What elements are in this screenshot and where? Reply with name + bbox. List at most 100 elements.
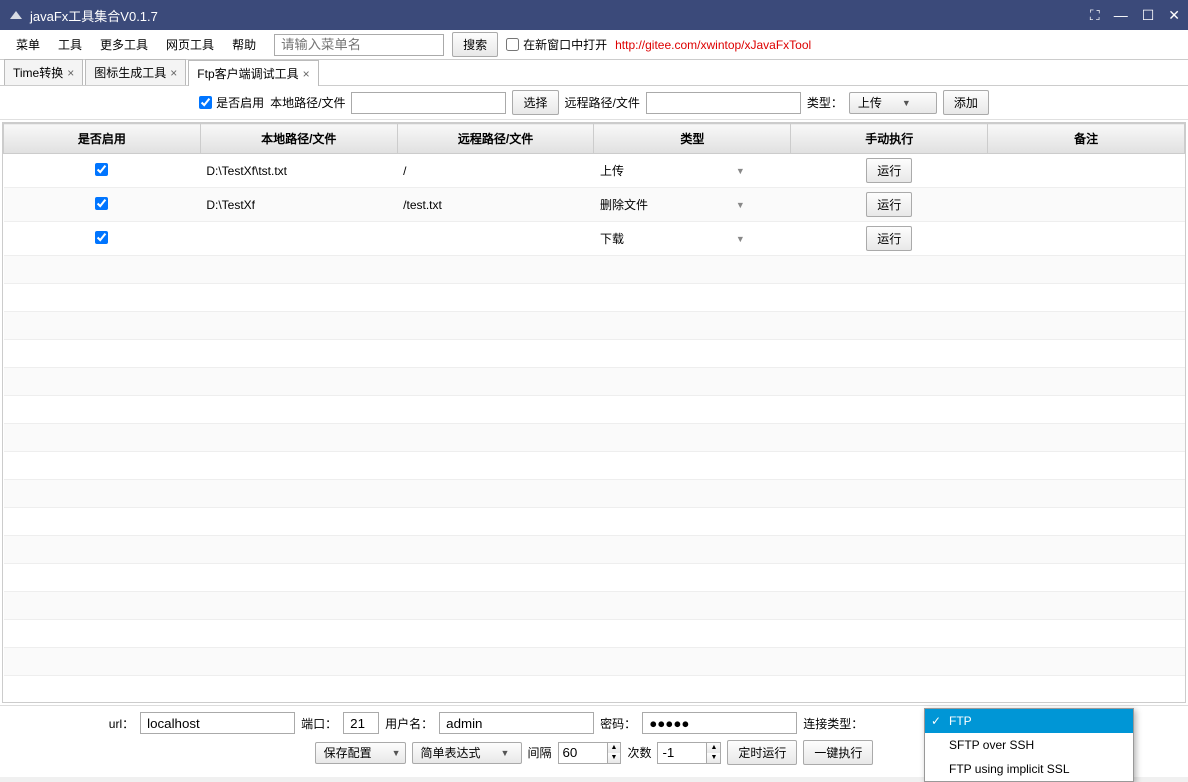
cell-local[interactable]: [200, 222, 397, 256]
dropdown-option-ftps[interactable]: FTP using implicit SSL: [925, 757, 1133, 781]
count-label: 次数: [627, 744, 651, 761]
user-label: 用户名：: [385, 715, 433, 732]
minimize-icon[interactable]: —: [1114, 7, 1128, 23]
cell-local[interactable]: D:\TestXf: [200, 188, 397, 222]
table-row[interactable]: [4, 508, 1185, 536]
table-row[interactable]: [4, 676, 1185, 704]
table-row[interactable]: [4, 592, 1185, 620]
dropdown-option-ftp[interactable]: FTP: [925, 709, 1133, 733]
menu-item-main[interactable]: 菜单: [8, 32, 48, 57]
table-row[interactable]: [4, 368, 1185, 396]
spinner-down-icon[interactable]: ▼: [707, 753, 720, 763]
th-type[interactable]: 类型: [594, 124, 791, 154]
url-input[interactable]: [140, 712, 295, 734]
chevron-down-icon: ▼: [902, 98, 911, 108]
tabbar: Time转换× 图标生成工具× Ftp客户端调试工具×: [0, 60, 1188, 86]
type-combo[interactable]: 上传▼: [849, 92, 937, 114]
cell-local[interactable]: D:\TestXf\tst.txt: [200, 154, 397, 188]
app-icon: [8, 7, 24, 23]
enable-checkbox[interactable]: [199, 96, 212, 109]
row-run-button[interactable]: 运行: [866, 226, 912, 251]
pass-input[interactable]: [642, 712, 797, 734]
fullscreen-icon[interactable]: ⛶: [1090, 7, 1100, 24]
run-all-button[interactable]: 一键执行: [803, 740, 873, 765]
timed-run-button[interactable]: 定时运行: [727, 740, 797, 765]
menu-item-more-tools[interactable]: 更多工具: [92, 32, 156, 57]
table-row[interactable]: D:\TestXf/test.txt删除文件▼ 运行: [4, 188, 1185, 222]
table-row[interactable]: 下载▼ 运行: [4, 222, 1185, 256]
table-row[interactable]: [4, 648, 1185, 676]
table-row[interactable]: [4, 312, 1185, 340]
table-row[interactable]: [4, 480, 1185, 508]
menu-search-input[interactable]: [274, 34, 444, 56]
table-row[interactable]: [4, 256, 1185, 284]
table-row[interactable]: [4, 340, 1185, 368]
th-enable[interactable]: 是否启用: [4, 124, 201, 154]
th-exec[interactable]: 手动执行: [791, 124, 988, 154]
table-row[interactable]: [4, 564, 1185, 592]
user-input[interactable]: [439, 712, 594, 734]
remote-path-label: 远程路径/文件: [565, 94, 640, 111]
cell-remark[interactable]: [988, 154, 1185, 188]
spinner-down-icon[interactable]: ▼: [608, 753, 621, 763]
port-label: 端口：: [301, 715, 337, 732]
menu-item-web-tools[interactable]: 网页工具: [158, 32, 222, 57]
menu-item-help[interactable]: 帮助: [224, 32, 264, 57]
add-button[interactable]: 添加: [943, 90, 989, 115]
row-enable-checkbox[interactable]: [95, 197, 108, 210]
url-label: url：: [109, 715, 134, 732]
enable-label: 是否启用: [216, 94, 264, 111]
save-config-combo[interactable]: 保存配置▼: [315, 742, 406, 764]
chevron-down-icon: ▼: [736, 234, 745, 244]
chevron-down-icon: ▼: [736, 166, 745, 176]
row-run-button[interactable]: 运行: [866, 158, 912, 183]
close-icon[interactable]: ×: [67, 66, 74, 80]
row-enable-checkbox[interactable]: [95, 163, 108, 176]
maximize-icon[interactable]: ☐: [1142, 7, 1155, 24]
table-row[interactable]: [4, 620, 1185, 648]
remote-path-input[interactable]: [646, 92, 801, 114]
project-link[interactable]: http://gitee.com/xwintop/xJavaFxTool: [615, 38, 811, 52]
cell-type[interactable]: 下载▼: [594, 222, 791, 256]
row-enable-checkbox[interactable]: [95, 231, 108, 244]
conn-type-dropdown: FTP SFTP over SSH FTP using implicit SSL: [924, 708, 1134, 782]
table-row[interactable]: [4, 536, 1185, 564]
chevron-down-icon: ▼: [392, 748, 401, 758]
cell-remote[interactable]: /test.txt: [397, 188, 594, 222]
expr-type-combo[interactable]: 简单表达式▼: [412, 742, 522, 764]
type-label: 类型：: [807, 94, 843, 111]
cell-type[interactable]: 上传▼: [594, 154, 791, 188]
table-row[interactable]: [4, 424, 1185, 452]
th-remark[interactable]: 备注: [988, 124, 1185, 154]
local-path-input[interactable]: [351, 92, 506, 114]
count-spinner[interactable]: ▲▼: [657, 742, 721, 764]
port-input[interactable]: [343, 712, 379, 734]
close-icon[interactable]: ×: [303, 67, 310, 81]
table-row[interactable]: [4, 284, 1185, 312]
cell-remark[interactable]: [988, 188, 1185, 222]
menu-item-tools[interactable]: 工具: [50, 32, 90, 57]
search-button[interactable]: 搜索: [452, 32, 498, 57]
open-new-window-checkbox[interactable]: [506, 38, 519, 51]
close-icon[interactable]: ×: [170, 66, 177, 80]
cell-remote[interactable]: /: [397, 154, 594, 188]
th-local[interactable]: 本地路径/文件: [200, 124, 397, 154]
interval-spinner[interactable]: ▲▼: [558, 742, 622, 764]
table-row[interactable]: [4, 396, 1185, 424]
cell-type[interactable]: 删除文件▼: [594, 188, 791, 222]
spinner-up-icon[interactable]: ▲: [707, 743, 720, 753]
row-run-button[interactable]: 运行: [866, 192, 912, 217]
table-row[interactable]: [4, 452, 1185, 480]
cell-remote[interactable]: [397, 222, 594, 256]
th-remote[interactable]: 远程路径/文件: [397, 124, 594, 154]
tab-ftp-client[interactable]: Ftp客户端调试工具×: [188, 60, 318, 86]
dropdown-option-sftp[interactable]: SFTP over SSH: [925, 733, 1133, 757]
spinner-up-icon[interactable]: ▲: [608, 743, 621, 753]
tab-time-convert[interactable]: Time转换×: [4, 59, 83, 85]
choose-button[interactable]: 选择: [512, 90, 558, 115]
chevron-down-icon: ▼: [501, 748, 510, 758]
tab-icon-gen[interactable]: 图标生成工具×: [85, 59, 186, 85]
table-row[interactable]: D:\TestXf\tst.txt/上传▼ 运行: [4, 154, 1185, 188]
cell-remark[interactable]: [988, 222, 1185, 256]
close-icon[interactable]: ✕: [1168, 7, 1180, 24]
